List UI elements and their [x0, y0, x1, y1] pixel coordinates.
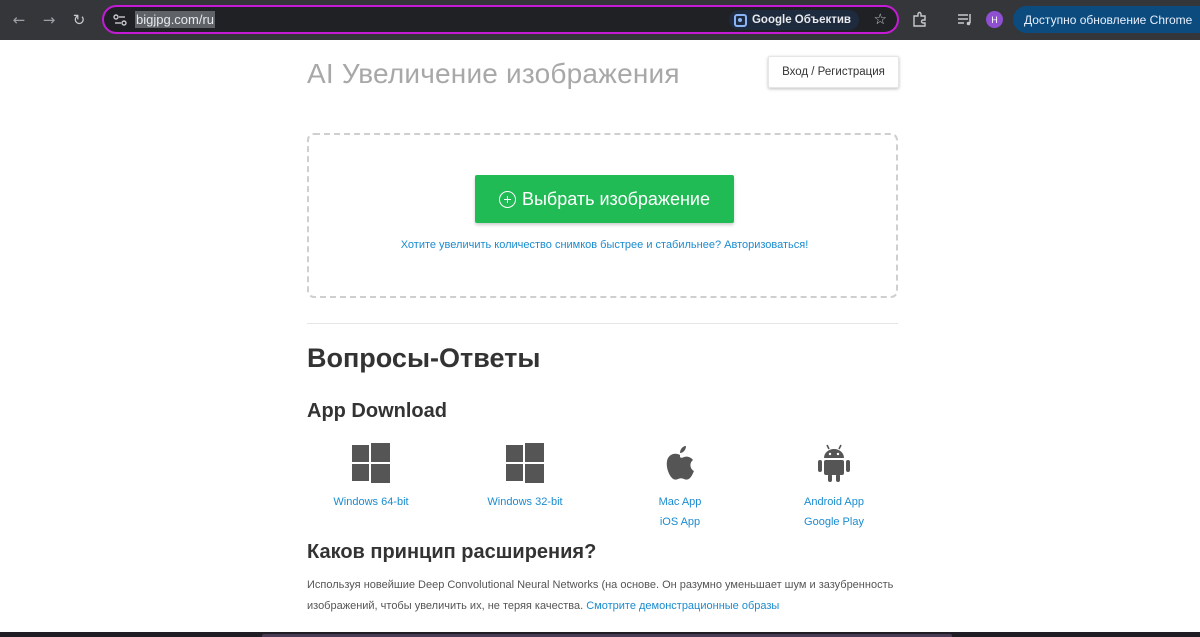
page-title: AI Увеличение изображения	[307, 58, 680, 89]
google-lens-label: Google Объектив	[751, 14, 851, 26]
page-content: AI Увеличение изображения Вход / Регистр…	[0, 40, 1200, 632]
faq-title: Вопросы-Ответы	[307, 343, 541, 373]
google-lens-icon	[733, 13, 747, 27]
how-it-works-title: Каков принцип расширения?	[307, 541, 597, 563]
google-play-link[interactable]: Google Play	[769, 512, 899, 532]
app-item-windows-32: Windows 32-bit	[460, 442, 590, 512]
windows-icon	[506, 443, 544, 483]
app-download-title: App Download	[307, 400, 447, 422]
app-item-windows-64: Windows 64-bit	[306, 442, 436, 512]
browser-toolbar: ← → ↻ bigjpg.com/ru Google Объектив ☆ H …	[0, 0, 1200, 40]
app-item-android: Android App Google Play	[769, 442, 899, 532]
upload-drop-zone[interactable]: + Выбрать изображение Хотите увеличить к…	[307, 133, 898, 298]
select-image-label: Выбрать изображение	[521, 188, 710, 209]
windows-64-link[interactable]: Windows 64-bit	[306, 492, 436, 512]
extensions-icon[interactable]	[911, 10, 929, 28]
ios-app-link[interactable]: iOS App	[615, 512, 745, 532]
apple-icon	[666, 446, 694, 480]
reload-icon[interactable]: ↻	[68, 9, 90, 31]
chrome-update-button[interactable]: Доступно обновление Chrome	[1013, 6, 1200, 33]
site-info-icon[interactable]	[112, 12, 128, 28]
select-image-button[interactable]: + Выбрать изображение	[475, 175, 734, 223]
reading-list-icon[interactable]	[956, 10, 974, 28]
plus-circle-icon: +	[498, 190, 516, 208]
android-app-link[interactable]: Android App	[769, 492, 899, 512]
google-lens-button[interactable]: Google Объектив	[728, 10, 859, 30]
back-icon[interactable]: ←	[8, 9, 30, 31]
profile-avatar[interactable]: H	[986, 11, 1003, 28]
bookmark-star-icon[interactable]: ☆	[874, 10, 887, 28]
address-bar[interactable]: bigjpg.com/ru Google Объектив ☆	[102, 5, 899, 34]
forward-icon[interactable]: →	[38, 9, 60, 31]
demo-images-link[interactable]: Смотрите демонстрационные образы	[586, 600, 779, 612]
windows-32-link[interactable]: Windows 32-bit	[460, 492, 590, 512]
login-button[interactable]: Вход / Регистрация	[768, 56, 899, 88]
url-text[interactable]: bigjpg.com/ru	[135, 11, 216, 28]
login-hint-link[interactable]: Хотите увеличить количество снимков быст…	[309, 239, 900, 251]
android-icon	[818, 444, 850, 482]
divider	[307, 323, 898, 324]
how-it-works-text: Используя новейшие Deep Convolutional Ne…	[307, 575, 898, 617]
app-item-apple: Mac App iOS App	[615, 442, 745, 532]
windows-icon	[352, 443, 390, 483]
mac-app-link[interactable]: Mac App	[615, 492, 745, 512]
